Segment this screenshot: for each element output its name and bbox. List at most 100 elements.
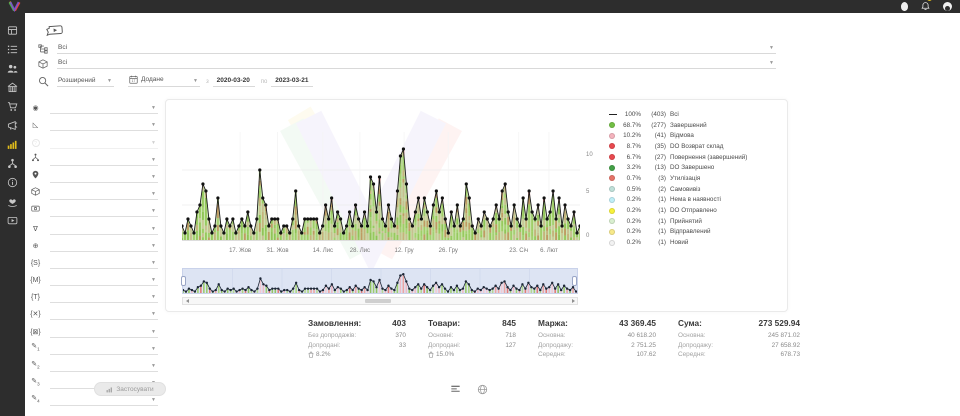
legend-percent: 8.7% <box>618 143 641 150</box>
filter-dropdown-13[interactable]: ▼ <box>50 327 158 338</box>
chevron-down-icon: ▼ <box>151 226 156 232</box>
status-filter-field[interactable]: Всі ▼ <box>57 42 776 54</box>
sidebar-item-info[interactable] <box>3 173 22 192</box>
filter-dropdown-14[interactable]: ▼ <box>50 344 158 355</box>
filter-dropdown-11[interactable]: ▼ <box>50 292 158 303</box>
filter-dropdown-7[interactable]: ▼ <box>50 224 158 235</box>
date-to-field[interactable]: 2023-03-21 <box>271 75 313 87</box>
legend-item[interactable]: 3.2%(13)DO Завершено <box>609 162 784 173</box>
status-filter[interactable]: Всі ▼ <box>38 42 778 54</box>
sidebar-item-cart[interactable] <box>3 97 22 116</box>
legend-percent: 3.2% <box>618 164 641 171</box>
list-view-icon[interactable] <box>450 384 461 394</box>
filter-row-var-t: {T}▼ <box>28 286 158 303</box>
sidebar-item-marketing-megaphone[interactable] <box>3 116 22 135</box>
package-box-icon <box>28 187 43 200</box>
filter-dropdown-4[interactable]: ▼ <box>50 172 158 183</box>
legend-label: DO Возврат склад <box>670 143 723 150</box>
upsell-percent: 15.0% <box>436 350 454 360</box>
sidebar-item-clients[interactable] <box>3 59 22 78</box>
stat-sub-label: Основна: <box>678 331 706 341</box>
legend-count: (1) <box>641 196 666 203</box>
legend-item[interactable]: 0.2%(1)Відправлений <box>609 227 784 238</box>
filter-dropdown-12[interactable]: ▼ <box>50 309 158 320</box>
filter-dropdown-5[interactable]: ▼ <box>50 189 158 200</box>
date-from-field[interactable]: 2020-03-20 <box>213 75 255 87</box>
sidebar-item-warehouse[interactable] <box>3 78 22 97</box>
legend-item[interactable]: 6.7%(27)Повернення (завершений) <box>609 152 784 163</box>
legend-item[interactable]: 8.7%(35)DO Возврат склад <box>609 141 784 152</box>
scroll-left-arrow-icon[interactable] <box>183 298 191 304</box>
orders-timeseries-plot[interactable] <box>182 112 580 243</box>
search-mode-select[interactable]: Розширений ▼ <box>57 75 114 87</box>
legend-item[interactable]: 0.2%(1)Нема в наявності <box>609 195 784 206</box>
legend-item[interactable]: 0.2%(1)DO Отправлено <box>609 205 784 216</box>
avatar-icon[interactable] <box>943 2 952 11</box>
notifications-bell-icon[interactable] <box>921 0 930 16</box>
sidebar-item-care[interactable] <box>3 192 22 211</box>
brush-handle-right[interactable] <box>572 276 577 286</box>
product-filter[interactable]: Всі ▼ <box>38 57 778 69</box>
brush-handle-left[interactable] <box>181 276 186 286</box>
legend-item[interactable]: 100%(403)Всі <box>609 109 784 120</box>
filter-dropdown-2[interactable]: ▼ <box>50 138 158 149</box>
legend-item[interactable]: 68.7%(277)Завершений <box>609 120 784 131</box>
legend-count: (277) <box>641 122 666 129</box>
stat-sub-value: 678.73 <box>780 350 800 360</box>
product-filter-field[interactable]: Всі ▼ <box>57 57 776 69</box>
sidebar-item-analytics-chart[interactable] <box>3 135 22 154</box>
sidebar-item-connections[interactable] <box>3 154 22 173</box>
app-logo-icon[interactable] <box>7 1 22 12</box>
scrollbar-thumb[interactable] <box>365 299 391 303</box>
x-axis-tick: 17. Жов <box>229 248 251 254</box>
chevron-down-icon: ▼ <box>151 277 156 283</box>
product-filter-value: Всі <box>58 59 67 66</box>
filter-dropdown-10[interactable]: ▼ <box>50 275 158 286</box>
search-icon[interactable] <box>38 76 49 87</box>
funnel-icon: ∇ <box>28 225 43 235</box>
filter-dropdown-1[interactable]: ▼ <box>50 120 158 131</box>
legend-dot-marker <box>609 133 615 139</box>
user-icon[interactable] <box>901 2 908 11</box>
filter-dropdown-0[interactable]: ▼ <box>50 103 158 114</box>
legend-percent: 10.2% <box>618 132 641 139</box>
scroll-right-arrow-icon[interactable] <box>569 298 577 304</box>
stat-value: 403 <box>392 318 406 328</box>
legend-count: (2) <box>641 186 666 193</box>
legend-item[interactable]: 10.2%(41)Відмова <box>609 130 784 141</box>
x-axis-tick: 26. Гру <box>439 248 458 254</box>
location-pin-icon <box>28 170 43 183</box>
help-icon: ? <box>28 139 43 149</box>
chart-scrollbar[interactable] <box>182 297 578 305</box>
legend-item[interactable]: 0.2%(1)Новий <box>609 237 784 248</box>
filter-dropdown-6[interactable]: ▼ <box>50 206 158 217</box>
filter-row-var-s: {S}▼ <box>28 252 158 269</box>
pie-view-icon[interactable] <box>477 384 488 395</box>
filter-dropdown-9[interactable]: ▼ <box>50 258 158 269</box>
filter-dropdown-3[interactable]: ▼ <box>50 155 158 166</box>
legend-percent: 0.2% <box>618 218 641 225</box>
date-to-value: 2023-03-21 <box>275 77 308 84</box>
legend-percent: 0.2% <box>618 207 641 214</box>
legend-dot-marker <box>609 197 615 203</box>
sidebar-item-dashboard[interactable] <box>3 21 22 40</box>
filter-row-package-box: ▼ <box>28 183 158 200</box>
legend-item[interactable]: 0.7%(3)Утилізація <box>609 173 784 184</box>
sidebar-item-video-tutorials[interactable] <box>3 211 22 230</box>
stat-sub-label: Середня: <box>538 350 566 360</box>
legend-item[interactable]: 0.2%(1)Прийнятий <box>609 216 784 227</box>
range-brush-minimap[interactable] <box>182 268 578 294</box>
filter-dropdown-8[interactable]: ▼ <box>50 241 158 252</box>
filter-dropdown-15[interactable]: ▼ <box>50 361 158 372</box>
apply-button[interactable]: Застосувати <box>94 382 166 396</box>
chevron-down-icon: ▼ <box>151 260 156 266</box>
legend-item[interactable]: 0.5%(2)Самовивіз <box>609 184 784 195</box>
filter-dropdown-17[interactable]: ▼ <box>50 395 158 406</box>
legend-dot-marker <box>609 154 615 160</box>
video-hint-button[interactable] <box>46 24 63 37</box>
stat-sub-label: Допродані: <box>428 341 460 351</box>
marketing-megaphone-icon <box>7 120 18 131</box>
custom-field-3-icon: ✎3 <box>28 377 43 389</box>
sidebar-item-orders-list[interactable] <box>3 40 22 59</box>
date-type-select[interactable]: 17 Додане ▼ <box>128 73 200 87</box>
